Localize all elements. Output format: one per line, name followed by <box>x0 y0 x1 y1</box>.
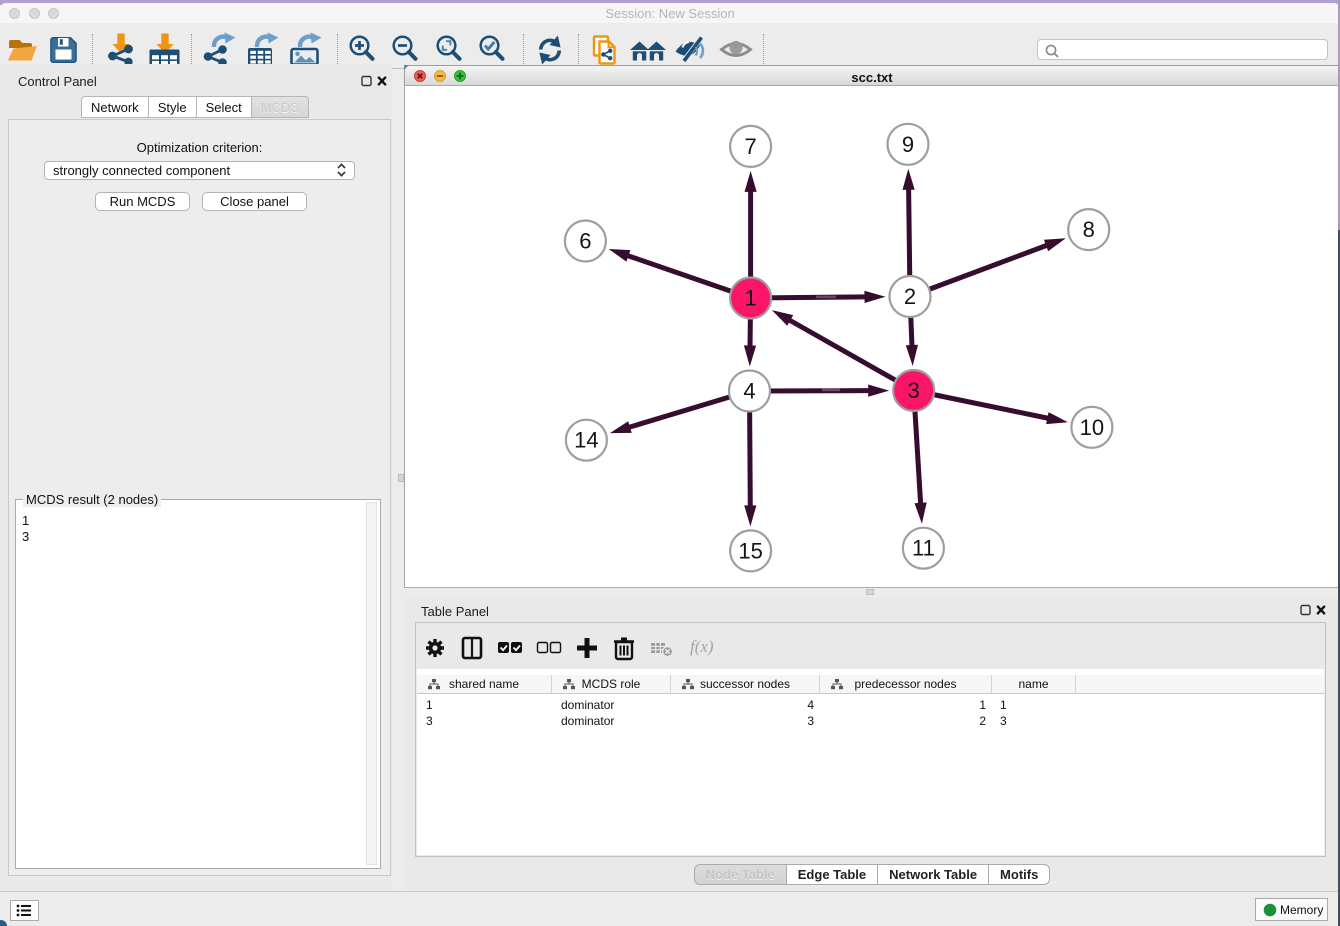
svg-text:4: 4 <box>743 379 755 404</box>
svg-text:10: 10 <box>1080 415 1104 440</box>
svg-text:15: 15 <box>738 538 762 563</box>
svg-text:7: 7 <box>744 134 756 159</box>
svg-text:11: 11 <box>912 536 935 561</box>
svg-text:1: 1 <box>744 286 756 311</box>
svg-text:2: 2 <box>904 284 916 309</box>
svg-text:9: 9 <box>902 132 914 157</box>
svg-text:3: 3 <box>908 378 920 403</box>
svg-text:6: 6 <box>579 229 591 254</box>
svg-text:8: 8 <box>1083 217 1095 242</box>
svg-text:14: 14 <box>574 428 598 453</box>
